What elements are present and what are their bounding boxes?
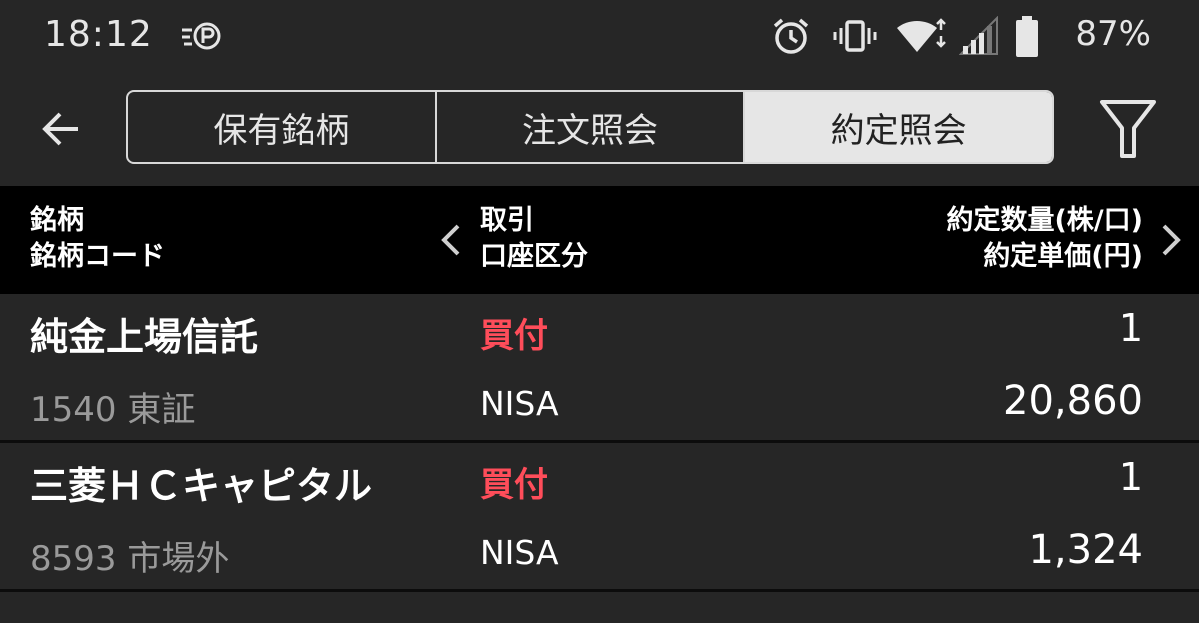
stock-code: 8593 市場外 — [30, 539, 230, 579]
alarm-icon — [773, 18, 809, 54]
account-type: NISA — [480, 384, 559, 423]
status-icons: 87% — [771, 12, 1151, 60]
chevron-right-icon[interactable] — [1156, 218, 1186, 262]
p-icon — [182, 22, 221, 50]
table-row[interactable]: 純金上場信託 1540 東証 買付 NISA 1 20,860 — [0, 294, 1199, 440]
back-arrow-icon[interactable] — [38, 104, 88, 154]
header-name: 銘柄 — [30, 205, 84, 236]
trade-type: 買付 — [480, 465, 548, 505]
tab-order-inquiry[interactable]: 注文照会 — [437, 92, 746, 162]
table-header: 銘柄 銘柄コード 取引 口座区分 約定数量(株/口) 約定単価(円) — [0, 186, 1199, 294]
executed-price: 1,324 — [1028, 527, 1143, 573]
account-type: NISA — [480, 533, 559, 572]
chevron-left-icon[interactable] — [436, 218, 466, 262]
tab-group: 保有銘柄 注文照会 約定照会 — [126, 90, 1054, 164]
stock-name: 純金上場信託 — [30, 315, 259, 359]
toolbar: 保有銘柄 注文照会 約定照会 — [0, 72, 1199, 186]
trade-type: 買付 — [480, 316, 548, 356]
battery-icon — [1016, 16, 1038, 57]
status-bar: 18:12 87% — [0, 0, 1199, 72]
stock-code: 1540 東証 — [30, 390, 196, 430]
table-row[interactable]: 三菱ＨＣキャピタル 8593 市場外 買付 NISA 1 1,324 — [0, 443, 1199, 589]
tab-execution-inquiry[interactable]: 約定照会 — [745, 92, 1052, 162]
stock-name: 三菱ＨＣキャピタル — [30, 464, 373, 508]
row-divider — [0, 589, 1199, 592]
battery-percent: 87% — [1075, 14, 1151, 54]
header-code: 銘柄コード — [30, 241, 165, 272]
signal-icon — [959, 16, 998, 55]
header-quantity: 約定数量(株/口) — [946, 205, 1143, 236]
wifi-icon — [897, 18, 946, 52]
tab-holdings[interactable]: 保有銘柄 — [128, 92, 437, 162]
header-trade: 取引 — [480, 205, 534, 236]
executed-quantity: 1 — [1118, 455, 1143, 499]
status-time: 18:12 — [44, 14, 153, 55]
vibrate-icon — [833, 20, 877, 52]
header-account: 口座区分 — [480, 241, 588, 272]
executed-quantity: 1 — [1118, 306, 1143, 350]
filter-icon[interactable] — [1098, 98, 1158, 160]
header-unit-price: 約定単価(円) — [983, 241, 1143, 272]
executed-price: 20,860 — [1003, 378, 1143, 424]
